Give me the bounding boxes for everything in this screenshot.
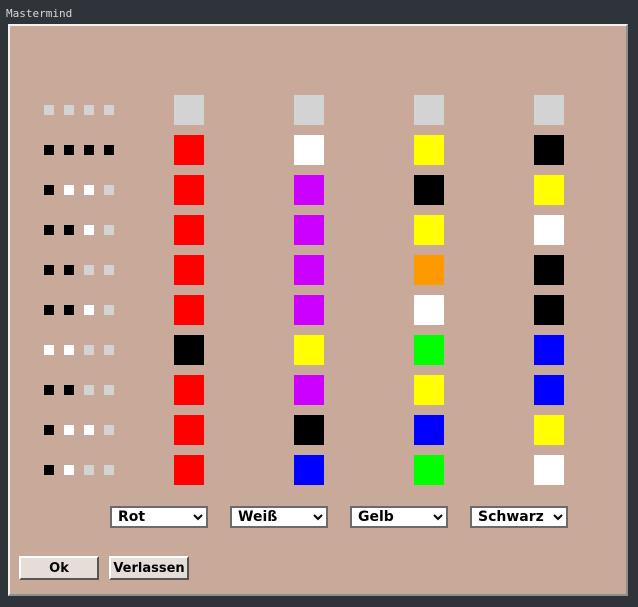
- feedback-peg: [104, 145, 114, 155]
- feedback-peg: [44, 425, 54, 435]
- feedback-peg: [64, 465, 74, 475]
- color-select-3[interactable]: Gelb: [350, 506, 448, 528]
- feedback-peg: [104, 305, 114, 315]
- color-peg: [294, 335, 324, 365]
- color-peg: [414, 295, 444, 325]
- feedback-peg: [104, 185, 114, 195]
- ok-button[interactable]: Ok: [19, 556, 99, 580]
- color-peg: [414, 175, 444, 205]
- color-peg: [414, 335, 444, 365]
- color-peg: [294, 375, 324, 405]
- feedback-peg: [84, 225, 94, 235]
- color-peg: [174, 415, 204, 445]
- game-board: Rot Weiß Gelb Schwarz Ok Verlassen: [8, 24, 628, 596]
- color-peg: [174, 335, 204, 365]
- feedback-peg: [64, 345, 74, 355]
- color-peg: [414, 135, 444, 165]
- feedback-peg: [84, 425, 94, 435]
- color-peg: [174, 295, 204, 325]
- color-select-2[interactable]: Weiß: [230, 506, 328, 528]
- feedback-peg: [84, 145, 94, 155]
- color-peg: [294, 215, 324, 245]
- feedback-peg: [64, 265, 74, 275]
- feedback-peg: [104, 345, 114, 355]
- empty-peg-slot: [534, 95, 564, 125]
- color-peg: [294, 455, 324, 485]
- empty-peg-slot: [294, 95, 324, 125]
- color-peg: [534, 455, 564, 485]
- color-peg: [534, 135, 564, 165]
- feedback-peg: [44, 385, 54, 395]
- feedback-peg: [44, 185, 54, 195]
- feedback-peg: [44, 145, 54, 155]
- feedback-peg: [64, 385, 74, 395]
- feedback-peg: [84, 185, 94, 195]
- color-peg: [414, 455, 444, 485]
- color-peg: [294, 255, 324, 285]
- color-peg: [414, 375, 444, 405]
- feedback-peg: [84, 305, 94, 315]
- color-peg: [294, 415, 324, 445]
- color-peg: [534, 295, 564, 325]
- color-peg: [534, 175, 564, 205]
- color-peg: [534, 415, 564, 445]
- empty-peg-slot: [414, 95, 444, 125]
- feedback-peg: [84, 465, 94, 475]
- feedback-peg: [64, 225, 74, 235]
- feedback-peg: [64, 185, 74, 195]
- feedback-peg: [44, 105, 54, 115]
- feedback-peg: [64, 105, 74, 115]
- feedback-peg: [44, 305, 54, 315]
- color-peg: [534, 255, 564, 285]
- color-peg: [294, 175, 324, 205]
- feedback-peg: [104, 265, 114, 275]
- color-peg: [174, 255, 204, 285]
- color-select-4[interactable]: Schwarz: [470, 506, 568, 528]
- color-peg: [414, 255, 444, 285]
- feedback-peg: [84, 385, 94, 395]
- feedback-peg: [104, 225, 114, 235]
- feedback-peg: [104, 465, 114, 475]
- color-peg: [174, 455, 204, 485]
- empty-peg-slot: [174, 95, 204, 125]
- feedback-peg: [84, 105, 94, 115]
- feedback-peg: [104, 385, 114, 395]
- feedback-peg: [64, 145, 74, 155]
- feedback-peg: [84, 265, 94, 275]
- feedback-peg: [64, 425, 74, 435]
- quit-button[interactable]: Verlassen: [109, 556, 189, 580]
- color-peg: [414, 415, 444, 445]
- feedback-peg: [64, 305, 74, 315]
- color-peg: [174, 175, 204, 205]
- feedback-peg: [44, 265, 54, 275]
- color-peg: [294, 135, 324, 165]
- feedback-peg: [84, 345, 94, 355]
- color-select-1[interactable]: Rot: [110, 506, 208, 528]
- color-peg: [174, 135, 204, 165]
- feedback-peg: [104, 105, 114, 115]
- feedback-peg: [44, 225, 54, 235]
- color-peg: [414, 215, 444, 245]
- feedback-peg: [44, 345, 54, 355]
- title-bar: Mastermind: [0, 0, 638, 24]
- color-peg: [534, 335, 564, 365]
- color-peg: [174, 375, 204, 405]
- window-title: Mastermind: [6, 7, 73, 20]
- color-peg: [534, 375, 564, 405]
- feedback-peg: [44, 465, 54, 475]
- feedback-peg: [104, 425, 114, 435]
- color-peg: [294, 295, 324, 325]
- color-peg: [174, 215, 204, 245]
- color-peg: [534, 215, 564, 245]
